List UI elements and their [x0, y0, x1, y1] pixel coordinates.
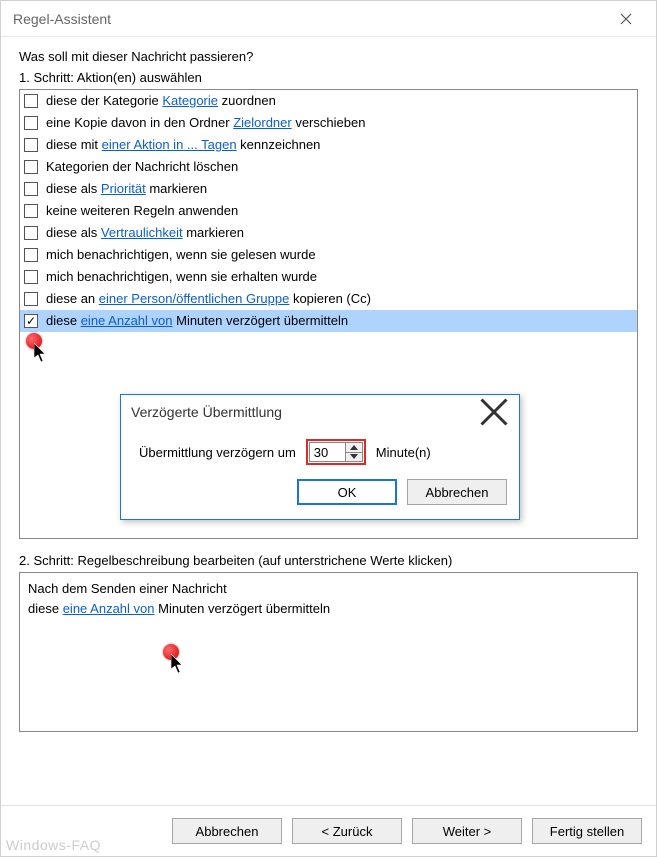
dialog-title: Verzögerte Übermittlung: [131, 404, 479, 420]
rule-description-box: Nach dem Senden einer Nachricht diese ei…: [19, 572, 638, 732]
action-value-link[interactable]: einer Aktion in ... Tagen: [102, 137, 237, 152]
action-label: diese als Priorität markieren: [46, 179, 207, 199]
action-label: mich benachrichtigen, wenn sie erhalten …: [46, 267, 317, 287]
action-label: keine weiteren Regeln anwenden: [46, 201, 238, 221]
finish-button[interactable]: Fertig stellen: [532, 818, 642, 844]
dialog-body: Übermittlung verzögern um Minute(n): [121, 429, 519, 479]
action-checkbox[interactable]: [24, 160, 38, 174]
delay-amount-link[interactable]: eine Anzahl von: [63, 601, 155, 616]
action-row[interactable]: Kategorien der Nachricht löschen: [20, 156, 637, 178]
spinner-down-button[interactable]: [346, 453, 362, 462]
action-row[interactable]: keine weiteren Regeln anwenden: [20, 200, 637, 222]
action-label: mich benachrichtigen, wenn sie gelesen w…: [46, 245, 316, 265]
action-label: eine Kopie davon in den Ordner Zielordne…: [46, 113, 365, 133]
action-checkbox[interactable]: [24, 204, 38, 218]
cancel-button[interactable]: Abbrechen: [172, 818, 282, 844]
action-row[interactable]: diese der Kategorie Kategorie zuordnen: [20, 90, 637, 112]
action-checkbox[interactable]: [24, 248, 38, 262]
action-row[interactable]: diese als Priorität markieren: [20, 178, 637, 200]
action-checkbox[interactable]: [24, 138, 38, 152]
next-button[interactable]: Weiter >: [412, 818, 522, 844]
action-row[interactable]: mich benachrichtigen, wenn sie gelesen w…: [20, 244, 637, 266]
action-label: diese an einer Person/öffentlichen Grupp…: [46, 289, 371, 309]
action-value-link[interactable]: Priorität: [101, 181, 146, 196]
action-checkbox[interactable]: [24, 314, 38, 328]
action-row[interactable]: diese mit einer Aktion in ... Tagen kenn…: [20, 134, 637, 156]
delay-dialog: Verzögerte Übermittlung Übermittlung ver…: [120, 394, 520, 520]
dialog-button-row: OK Abbrechen: [121, 479, 519, 519]
step2-label: 2. Schritt: Regelbeschreibung bearbeiten…: [19, 553, 638, 568]
delay-label-post: Minute(n): [376, 445, 431, 460]
action-row[interactable]: diese als Vertraulichkeit markieren: [20, 222, 637, 244]
action-row[interactable]: eine Kopie davon in den Ordner Zielordne…: [20, 112, 637, 134]
action-label: diese mit einer Aktion in ... Tagen kenn…: [46, 135, 320, 155]
dialog-titlebar: Verzögerte Übermittlung: [121, 395, 519, 429]
dialog-cancel-button[interactable]: Abbrechen: [407, 479, 507, 505]
chevron-up-icon: [350, 445, 358, 450]
description-line2: diese eine Anzahl von Minuten verzögert …: [28, 599, 629, 619]
action-label: Kategorien der Nachricht löschen: [46, 157, 238, 177]
description-line1: Nach dem Senden einer Nachricht: [28, 579, 629, 599]
action-value-link[interactable]: eine Anzahl von: [81, 313, 173, 328]
spinner-buttons: [345, 442, 363, 462]
action-checkbox[interactable]: [24, 182, 38, 196]
delay-input[interactable]: [309, 442, 345, 462]
action-row[interactable]: mich benachrichtigen, wenn sie erhalten …: [20, 266, 637, 288]
action-checkbox[interactable]: [24, 116, 38, 130]
window-close-button[interactable]: [608, 1, 644, 37]
action-checkbox[interactable]: [24, 292, 38, 306]
action-checkbox[interactable]: [24, 270, 38, 284]
chevron-down-icon: [350, 454, 358, 459]
action-label: diese eine Anzahl von Minuten verzögert …: [46, 311, 348, 331]
action-row[interactable]: diese eine Anzahl von Minuten verzögert …: [20, 310, 637, 332]
action-label: diese der Kategorie Kategorie zuordnen: [46, 91, 276, 111]
wizard-question: Was soll mit dieser Nachricht passieren?: [19, 49, 638, 64]
action-row[interactable]: diese an einer Person/öffentlichen Grupp…: [20, 288, 637, 310]
delay-label-pre: Übermittlung verzögern um: [139, 445, 296, 460]
action-value-link[interactable]: Zielordner: [233, 115, 292, 130]
delay-spinner-highlight: [306, 439, 366, 465]
titlebar: Regel-Assistent: [1, 1, 656, 37]
back-button[interactable]: < Zurück: [292, 818, 402, 844]
action-label: diese als Vertraulichkeit markieren: [46, 223, 244, 243]
close-icon: [479, 397, 509, 427]
action-value-link[interactable]: Kategorie: [162, 93, 218, 108]
window-title: Regel-Assistent: [13, 11, 608, 27]
close-icon: [620, 13, 632, 25]
action-checkbox[interactable]: [24, 226, 38, 240]
wizard-button-row: Abbrechen < Zurück Weiter > Fertig stell…: [1, 805, 656, 856]
spinner-up-button[interactable]: [346, 443, 362, 453]
dialog-close-button[interactable]: [479, 397, 509, 427]
dialog-ok-button[interactable]: OK: [297, 479, 397, 505]
action-value-link[interactable]: einer Person/öffentlichen Gruppe: [99, 291, 290, 306]
action-value-link[interactable]: Vertraulichkeit: [101, 225, 183, 240]
action-checkbox[interactable]: [24, 94, 38, 108]
step1-label: 1. Schritt: Aktion(en) auswählen: [19, 70, 638, 85]
